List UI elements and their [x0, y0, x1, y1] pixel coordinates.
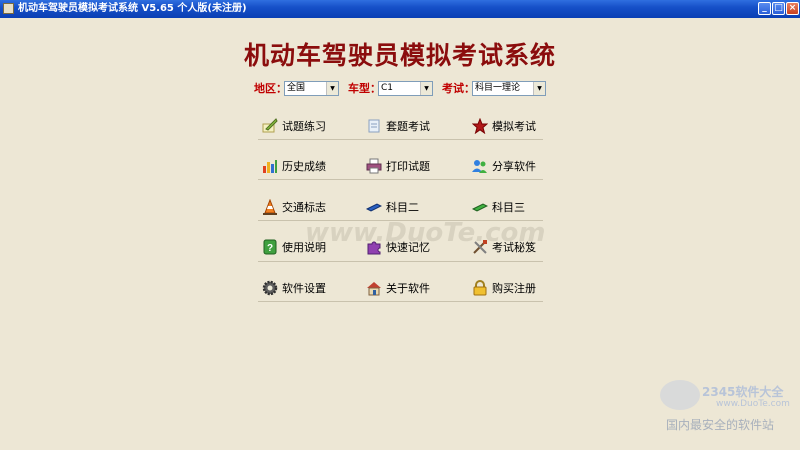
chevron-down-icon[interactable]: ▼: [420, 82, 432, 95]
svg-text:?: ?: [267, 243, 273, 254]
minimize-button[interactable]: _: [758, 2, 771, 15]
bar-chart-icon: [263, 160, 277, 173]
gear-icon: [262, 280, 278, 296]
exam-select[interactable]: 科目一理论 ▼: [472, 81, 546, 96]
register-button[interactable]: 购买注册: [472, 278, 536, 298]
about-label: 关于软件: [386, 282, 430, 295]
print-questions-label: 打印试题: [386, 160, 430, 173]
main-panel: 机动车驾驶员模拟考试系统 地区： 全国 ▼ 车型： C1 ▼ 考试： 科目一理论…: [0, 18, 800, 450]
subject-three-label: 科目三: [492, 201, 525, 214]
row-divider: [258, 179, 543, 180]
mock-exam-button[interactable]: 模拟考试: [472, 116, 536, 136]
app-icon[interactable]: [3, 3, 14, 14]
region-value: 全国: [287, 83, 306, 93]
subject-three-button[interactable]: 科目三: [472, 197, 525, 217]
set-exam-button[interactable]: 套题考试: [366, 116, 430, 136]
mock-exam-label: 模拟考试: [492, 120, 536, 133]
close-button[interactable]: ×: [786, 2, 799, 15]
row-divider: [258, 301, 543, 302]
traffic-cone-icon: [263, 199, 277, 215]
star-icon: [472, 118, 488, 134]
exam-label: 考试：: [442, 82, 475, 95]
subject-two-button[interactable]: 科目二: [366, 197, 419, 217]
settings-button[interactable]: 软件设置: [262, 278, 326, 298]
printer-icon: [366, 158, 382, 174]
window-titlebar[interactable]: 机动车驾驶员模拟考试系统 V5.65 个人版(未注册) _ □ ×: [0, 0, 800, 18]
vehicle-value: C1: [381, 83, 394, 93]
mascot-logo: [660, 380, 700, 410]
print-questions-button[interactable]: 打印试题: [366, 156, 430, 176]
subject-two-label: 科目二: [386, 201, 419, 214]
watermark-tagline: 国内最安全的软件站: [666, 418, 775, 432]
watermark-url: www.DuoTe.com: [716, 399, 790, 409]
document-icon: [368, 119, 380, 133]
blue-eraser-icon: [366, 203, 382, 212]
app-title: 机动车驾驶员模拟考试系统: [243, 41, 556, 70]
exam-value: 科目一理论: [475, 83, 521, 93]
maximize-button[interactable]: □: [772, 2, 785, 15]
traffic-signs-button[interactable]: 交通标志: [262, 197, 326, 217]
green-eraser-icon: [472, 203, 488, 212]
chevron-down-icon[interactable]: ▼: [326, 82, 338, 95]
history-scores-label: 历史成绩: [282, 160, 326, 173]
row-divider: [258, 139, 543, 140]
register-label: 购买注册: [492, 282, 536, 295]
window-title: 机动车驾驶员模拟考试系统 V5.65 个人版(未注册): [18, 3, 247, 14]
share-software-label: 分享软件: [492, 160, 536, 173]
vehicle-label: 车型：: [348, 82, 381, 95]
house-icon: [367, 282, 381, 296]
pencil-paper-icon: [262, 118, 278, 133]
filter-bar: 地区： 全国 ▼ 车型： C1 ▼ 考试： 科目一理论 ▼: [0, 81, 800, 96]
set-exam-label: 套题考试: [386, 120, 430, 133]
chevron-down-icon[interactable]: ▼: [533, 82, 545, 95]
share-software-button[interactable]: 分享软件: [472, 156, 536, 176]
practice-label: 试题练习: [282, 120, 326, 133]
users-icon: [472, 160, 487, 173]
watermark-brand: 2345软件大全: [702, 385, 784, 399]
traffic-signs-label: 交通标志: [282, 201, 326, 214]
history-scores-button[interactable]: 历史成绩: [262, 156, 326, 176]
region-select[interactable]: 全国 ▼: [284, 81, 339, 96]
vehicle-select[interactable]: C1 ▼: [378, 81, 433, 96]
about-button[interactable]: 关于软件: [366, 278, 430, 298]
row-divider: [258, 261, 543, 262]
practice-button[interactable]: 试题练习: [262, 116, 326, 136]
watermark-center: www.DuoTe.com: [305, 218, 546, 248]
lock-icon: [473, 280, 487, 296]
help-icon: ?: [263, 239, 277, 255]
settings-label: 软件设置: [282, 282, 326, 295]
region-label: 地区：: [254, 82, 287, 95]
